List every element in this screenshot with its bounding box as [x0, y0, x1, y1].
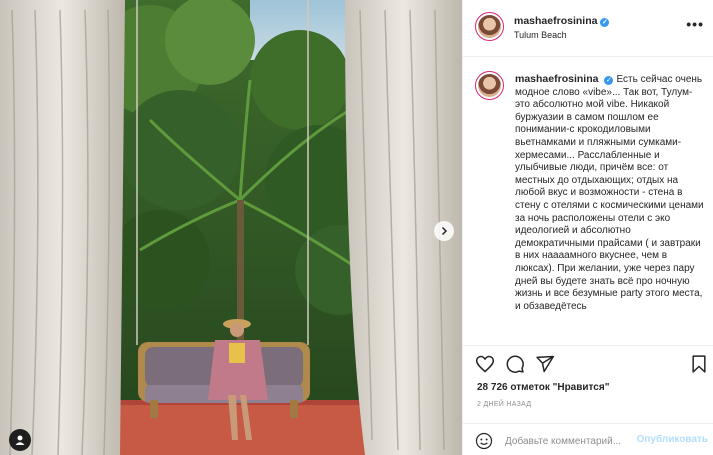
header-username-row: mashaefrosinina ✓	[514, 15, 610, 27]
caption-area: mashaefrosinina ✓ Есть сейчас очень модное…	[463, 58, 713, 346]
user-icon	[15, 435, 25, 445]
action-bar	[463, 350, 713, 378]
post-side-panel: mashaefrosinina ✓ Tulum Beach ••• mashaef…	[462, 0, 713, 455]
verified-badge-icon: ✓	[600, 18, 610, 27]
caption-body: Есть сейчас очень модное слово «vibe»...…	[515, 74, 704, 312]
emoji-icon[interactable]	[475, 432, 493, 450]
more-options-button[interactable]: •••	[686, 16, 704, 32]
post-photo[interactable]	[0, 0, 462, 455]
location-link[interactable]: Tulum Beach	[514, 30, 567, 40]
instagram-post: mashaefrosinina ✓ Tulum Beach ••• mashaef…	[0, 0, 713, 455]
caption-text: mashaefrosinina ✓ Есть сейчас очень модное…	[515, 73, 705, 313]
comment-input[interactable]	[505, 433, 635, 449]
post-header: mashaefrosinina ✓ Tulum Beach •••	[463, 0, 713, 57]
publish-button[interactable]: Опубликовать	[637, 434, 708, 445]
verified-badge-icon: ✓	[604, 76, 614, 85]
share-icon[interactable]	[535, 354, 555, 374]
heart-icon[interactable]	[475, 354, 495, 374]
comment-bar: Опубликовать	[463, 423, 713, 455]
chevron-right-icon	[441, 226, 448, 236]
header-username[interactable]: mashaefrosinina	[514, 15, 597, 27]
caption-username[interactable]: mashaefrosinina	[515, 73, 598, 85]
post-date[interactable]: 2 ДНЕЙ НАЗАД	[477, 401, 531, 408]
post-image	[0, 0, 462, 455]
comment-icon[interactable]	[505, 354, 525, 374]
caption-avatar[interactable]	[475, 71, 504, 100]
avatar[interactable]	[475, 12, 504, 41]
bookmark-icon[interactable]	[689, 354, 709, 374]
tagged-users-button[interactable]	[9, 429, 31, 451]
next-photo-button[interactable]	[434, 221, 454, 241]
likes-count[interactable]: 28 726 отметок "Нравится"	[477, 382, 609, 393]
